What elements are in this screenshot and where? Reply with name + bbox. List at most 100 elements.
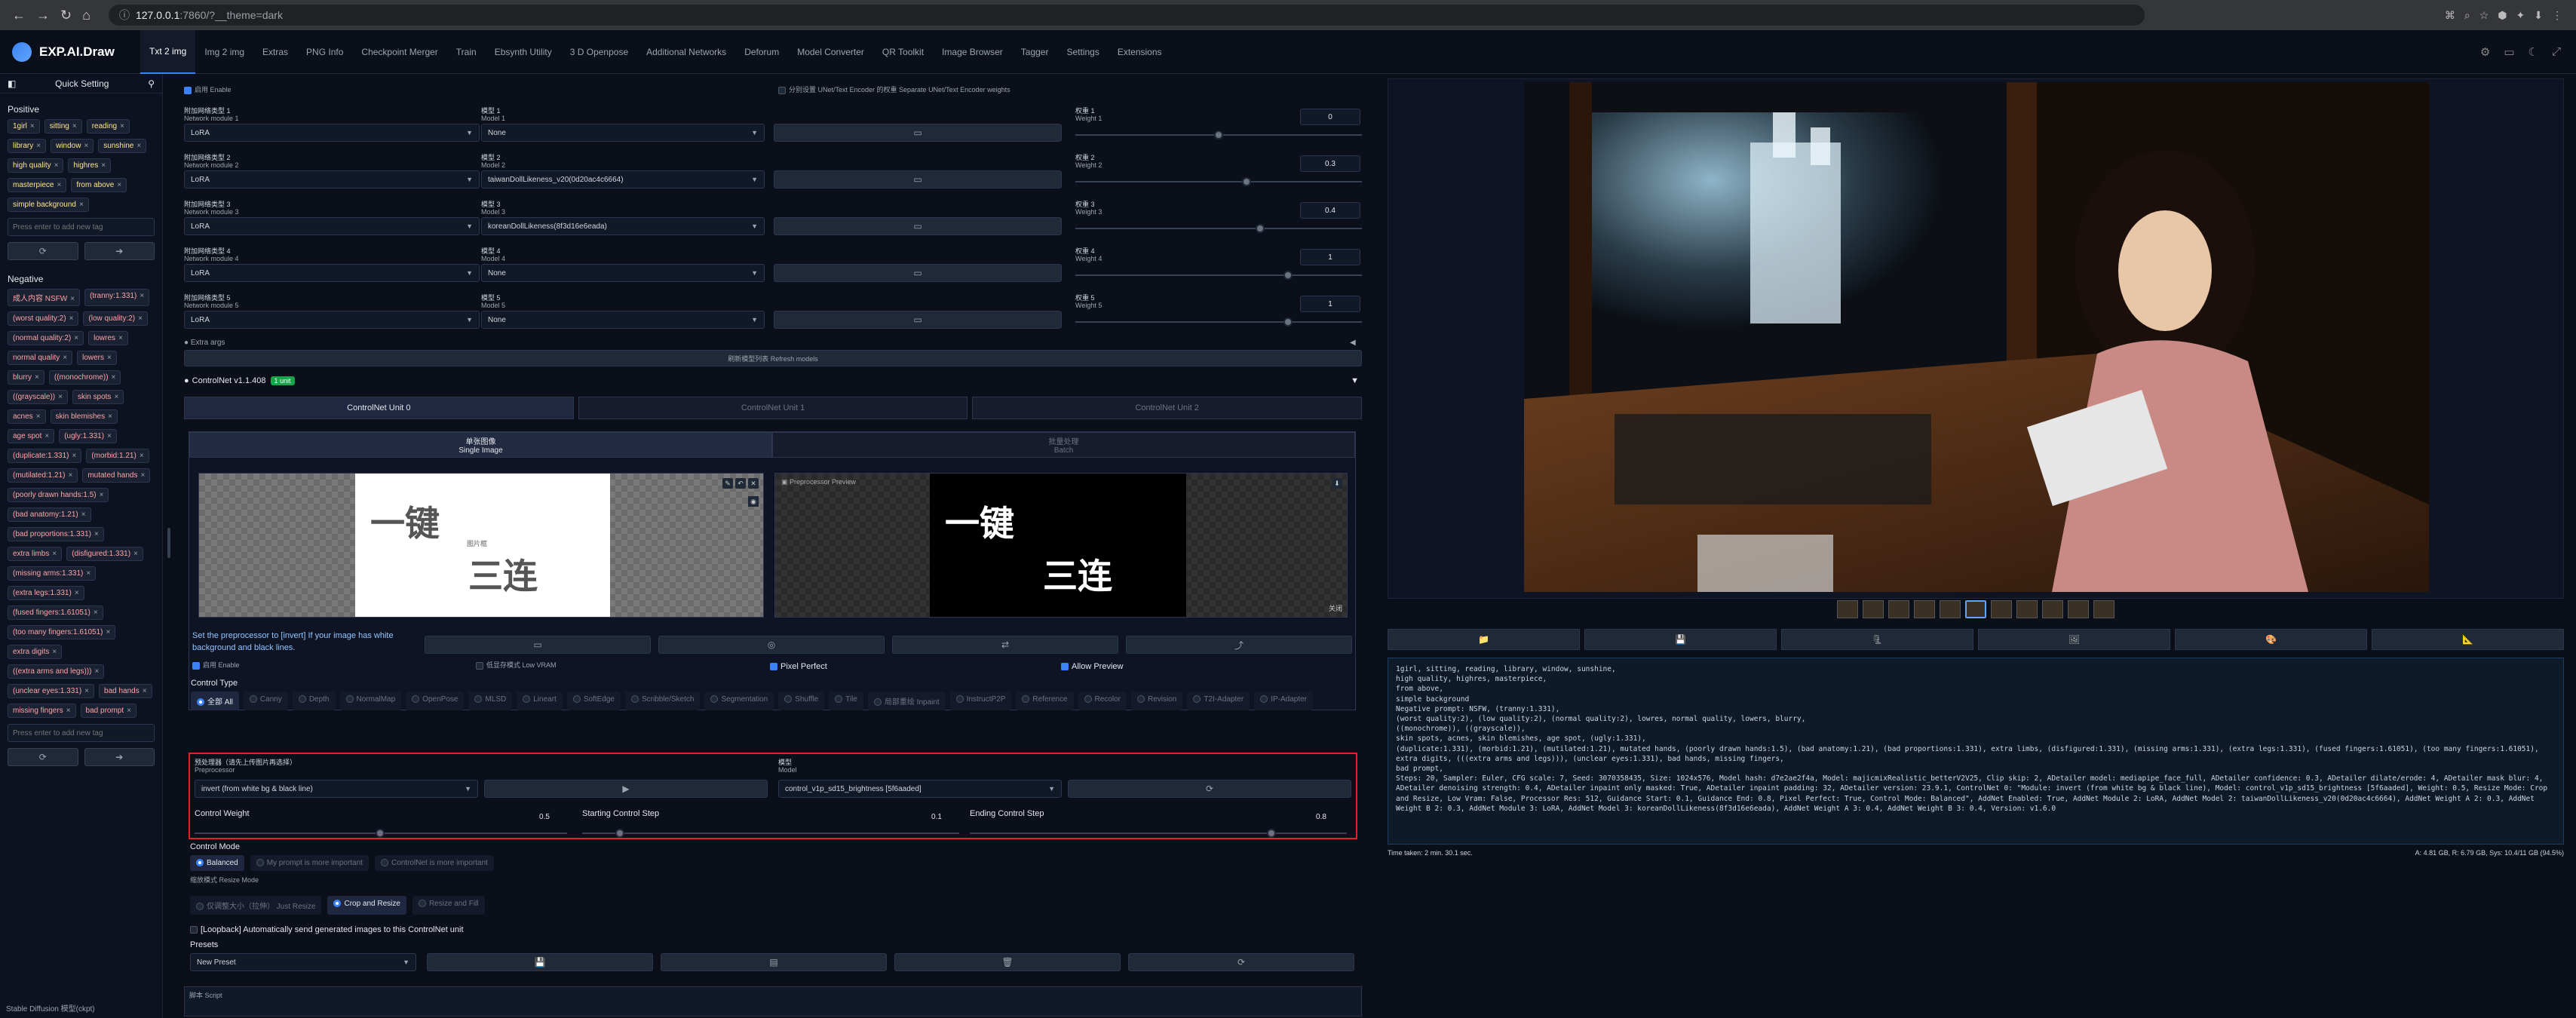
remove-tag-icon[interactable]: × [114,393,118,401]
positive-tag-input[interactable] [8,218,155,236]
remove-tag-icon[interactable]: × [69,314,74,323]
network-module-select[interactable]: LoRA ▼ [184,124,480,142]
tag-chip[interactable]: bad hands × [99,684,152,698]
remove-tag-icon[interactable]: × [68,471,72,480]
tab-14[interactable]: Settings [1057,30,1108,74]
tab-9[interactable]: Deforum [735,30,788,74]
tag-chip[interactable]: (disfigured:1.331) × [66,547,143,561]
slider-knob[interactable] [1241,177,1251,186]
tab-single-image[interactable]: 单张图像 Single Image [189,432,772,458]
gallery-thumbnail[interactable] [1940,600,1961,618]
tag-chip[interactable]: (extra legs:1.331) × [8,586,84,600]
remove-tag-icon[interactable]: × [140,452,144,460]
tag-chip[interactable]: (poorly drawn hands:1.5) × [8,488,109,502]
tab-8[interactable]: Additional Networks [637,30,735,74]
network-module-select[interactable]: LoRA ▼ [184,170,480,189]
gallery-thumbnail[interactable] [1965,600,1986,618]
tag-chip[interactable]: sunshine × [98,139,147,153]
remove-tag-icon[interactable]: × [118,334,123,342]
radio-option[interactable]: Resize and Fill [412,896,485,915]
remove-tag-icon[interactable]: × [107,432,112,440]
send-positive-button[interactable]: ➔ [84,242,155,260]
preview-close-button[interactable]: 关闭 [1329,605,1342,612]
starting-step-slider[interactable] [582,829,959,838]
loopback-checkbox[interactable]: [Loopback] Automatically send generated … [190,926,464,934]
remove-tag-icon[interactable]: × [94,667,99,676]
weight-input[interactable]: 1 [1300,249,1360,265]
remove-tag-icon[interactable]: × [72,122,77,130]
home-icon[interactable]: ⌂ [82,8,90,23]
remove-tag-icon[interactable]: × [107,354,112,362]
tab-batch[interactable]: 批量处理 Batch [772,432,1355,458]
remove-tag-icon[interactable]: × [138,314,143,323]
remove-tag-icon[interactable]: × [127,707,131,715]
remove-tag-icon[interactable]: × [58,393,63,401]
tag-chip[interactable]: (morbid:1.21) × [86,449,149,463]
network-module-select[interactable]: LoRA ▼ [184,217,480,235]
run-preprocessor-button[interactable]: ▶ [484,780,768,798]
remove-tag-icon[interactable]: × [136,142,141,150]
gallery-thumbnail[interactable] [2016,600,2038,618]
load-preset-button[interactable]: ▤ [661,953,887,971]
tab-5[interactable]: Train [447,30,486,74]
radio-option[interactable]: ControlNet is more important [374,855,494,871]
tag-chip[interactable]: (tranny:1.331) × [84,289,150,306]
controlnet-header[interactable]: ● ControlNet v1.1.408 1 unit ▼ [181,372,1365,390]
control-type-option[interactable]: Lineart [517,691,563,710]
control-weight-slider[interactable] [195,829,567,838]
radio-option[interactable]: Crop and Resize [327,896,406,915]
remove-tag-icon[interactable]: × [112,373,116,382]
forward-icon[interactable]: → [36,8,50,23]
model-select[interactable]: None ▼ [481,124,765,142]
remove-tag-icon[interactable]: × [117,181,121,189]
controlnet-unit-tab-1[interactable]: ControlNet Unit 1 [578,397,968,419]
tag-chip[interactable]: reading × [86,119,130,133]
tag-chip[interactable]: (worst quality:2) × [8,311,79,326]
tab-11[interactable]: QR Toolkit [873,30,933,74]
remove-tag-icon[interactable]: × [52,648,57,656]
remove-tag-icon[interactable]: × [52,550,57,558]
tag-chip[interactable]: simple background × [8,198,89,212]
tab-6[interactable]: Ebsynth Utility [486,30,561,74]
gear-icon[interactable]: ⚙ [2480,45,2490,59]
control-type-option[interactable]: MLSD [468,691,513,710]
fullscreen-icon[interactable]: ⤢ [2552,45,2561,59]
send-negative-button[interactable]: ➔ [84,748,155,766]
ending-step-slider[interactable] [970,829,1347,838]
negative-tag-input[interactable] [8,724,155,742]
tag-chip[interactable]: sitting × [44,119,82,133]
tag-chip[interactable]: library × [8,139,47,153]
control-type-option[interactable]: T2I-Adapter [1187,691,1250,710]
camera-icon[interactable]: ◉ [748,496,759,507]
remove-tag-icon[interactable]: × [140,292,144,300]
moon-icon[interactable]: ☾ [2528,45,2538,59]
tag-chip[interactable]: masterpiece × [8,178,67,192]
gallery-thumbnail[interactable] [1991,600,2012,618]
slider-knob[interactable] [1283,271,1293,280]
upload-button[interactable]: ▭ [425,636,651,654]
tab-7[interactable]: 3 D Openpose [561,30,637,74]
control-type-option[interactable]: Canny [243,691,288,710]
model-info-button[interactable]: ▭ [774,217,1062,235]
remove-tag-icon[interactable]: × [84,142,88,150]
generated-image[interactable] [1524,82,2429,592]
starting-step-input[interactable]: 0.1 [914,808,959,825]
radio-option[interactable]: Balanced [190,855,244,871]
refresh-presets-button[interactable]: ⟳ [1128,953,1354,971]
controlnet-unit-tab-0[interactable]: ControlNet Unit 0 [184,397,574,419]
control-type-option[interactable]: Revision [1131,691,1183,710]
model-select[interactable]: koreanDollLikeness(8f3d16e6eada) ▼ [481,217,765,235]
tab-1[interactable]: Img 2 img [195,30,253,74]
tag-chip[interactable]: ((grayscale)) × [8,390,68,404]
tag-chip[interactable]: (bad proportions:1.331) × [8,527,104,541]
remove-tag-icon[interactable]: × [30,122,35,130]
tag-chip[interactable]: (unclear eyes:1.331) × [8,684,95,698]
remove-tag-icon[interactable]: × [106,628,111,636]
preprocessor-select[interactable]: invert (from white bg & black line) ▼ [195,780,478,798]
preset-select[interactable]: New Preset ▼ [190,953,416,971]
tab-2[interactable]: Extras [253,30,297,74]
control-type-option[interactable]: Scribble/Sketch [624,691,701,710]
remove-tag-icon[interactable]: × [70,295,75,303]
download-icon[interactable]: ⬇ [2534,9,2543,22]
tag-chip[interactable]: extra digits × [8,645,63,659]
